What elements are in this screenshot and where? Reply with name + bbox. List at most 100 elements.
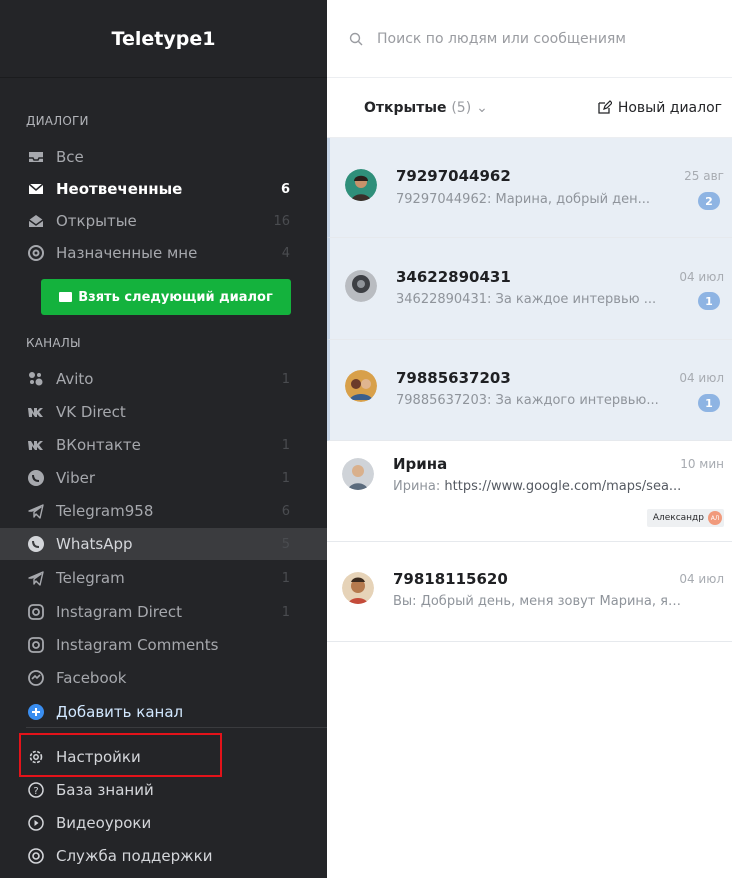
vk-icon — [26, 435, 46, 455]
search-bar[interactable]: Поиск по людям или сообщениям — [327, 0, 732, 78]
channel-instagram-direct[interactable]: Instagram Direct 1 — [0, 596, 302, 628]
sidebar-item-knowledge-base[interactable]: ? База знаний — [0, 774, 302, 806]
avatar — [345, 370, 377, 402]
viber-icon — [26, 468, 46, 488]
telegram-icon — [26, 568, 46, 588]
channel-label: Viber — [56, 469, 96, 487]
channel-avito[interactable]: Avito 1 — [0, 363, 302, 395]
question-icon: ? — [26, 780, 46, 800]
unread-count: 1 — [281, 371, 290, 387]
sidebar-item-assigned[interactable]: Назначенные мне 4 — [0, 237, 302, 269]
filter-dropdown[interactable]: Открытые (5) ⌄ — [364, 100, 488, 116]
take-next-dialog-label: Взять следующий диалог — [78, 289, 273, 305]
sidebar-item-all[interactable]: Все — [0, 141, 302, 173]
unread-count: 1 — [281, 437, 290, 453]
contact-name: Ирина — [393, 455, 448, 473]
channels-section-title: КАНАЛЫ — [26, 336, 81, 350]
take-next-dialog-button[interactable]: Взять следующий диалог — [41, 279, 291, 315]
timestamp: 04 июл — [679, 371, 724, 385]
sidebar-item-label: Видеоуроки — [56, 814, 152, 832]
sidebar-item-label: База знаний — [56, 781, 154, 799]
chevron-down-icon: ⌄ — [476, 99, 488, 116]
conversation-item[interactable]: 34622890431 04 июл 34622890431: За каждо… — [327, 238, 732, 340]
channel-label: Instagram Direct — [56, 603, 182, 621]
unread-count: 16 — [273, 213, 290, 229]
new-dialog-button[interactable]: Новый диалог — [597, 100, 722, 116]
avito-icon — [26, 369, 46, 389]
avatar — [342, 572, 374, 604]
add-channel-label: Добавить канал — [56, 703, 184, 721]
channel-facebook[interactable]: Facebook — [0, 662, 302, 694]
sidebar-item-open[interactable]: Открытые 16 — [0, 205, 302, 237]
agent-name: Александр — [652, 513, 704, 523]
sidebar-item-video-lessons[interactable]: Видеоуроки — [0, 807, 302, 839]
vk-icon — [26, 402, 46, 422]
channel-label: Avito — [56, 370, 94, 388]
avatar — [345, 270, 377, 302]
unread-count: 6 — [281, 503, 290, 519]
filter-count: (5) — [451, 99, 472, 116]
channel-label: Telegram — [56, 569, 125, 587]
envelope-icon — [59, 292, 73, 302]
channel-whatsapp[interactable]: WhatsApp 5 — [0, 528, 327, 560]
settings-highlight — [19, 733, 222, 777]
conversation-item[interactable]: 79297044962 25 авг 79297044962: Марина, … — [327, 138, 732, 238]
message-preview: Ирина: https://www.google.com/maps/sea..… — [393, 479, 683, 494]
avatar — [345, 169, 377, 201]
unread-count: 1 — [281, 470, 290, 486]
whatsapp-icon — [26, 534, 46, 554]
timestamp: 25 авг — [684, 169, 724, 183]
new-dialog-label: Новый диалог — [617, 99, 722, 116]
list-toolbar: Открытые (5) ⌄ Новый диалог — [327, 78, 732, 138]
dialogs-section-title: ДИАЛОГИ — [26, 114, 89, 128]
preview-sender: Ирина: — [393, 479, 445, 494]
sidebar-item-support[interactable]: Служба поддержки — [0, 840, 302, 872]
sidebar-item-label: Служба поддержки — [56, 847, 213, 865]
add-channel-button[interactable]: Добавить канал — [0, 696, 302, 728]
timestamp: 04 июл — [679, 572, 724, 586]
inbox-icon — [26, 147, 46, 167]
contact-name: 79818115620 — [393, 570, 508, 588]
channel-telegram958[interactable]: Telegram958 6 — [0, 495, 302, 527]
sidebar-item-unanswered[interactable]: Неотвеченные 6 — [0, 173, 302, 205]
channel-instagram-comments[interactable]: Instagram Comments — [0, 629, 302, 661]
messenger-icon — [26, 668, 46, 688]
search-input[interactable]: Поиск по людям или сообщениям — [377, 31, 626, 47]
channel-vk-direct[interactable]: VK Direct — [0, 396, 302, 428]
workspace-title[interactable]: Teletype1 — [0, 0, 327, 78]
channel-viber[interactable]: Viber 1 — [0, 462, 302, 494]
open-envelope-icon — [26, 211, 46, 231]
preview-text: https://www.google.com/maps/sea... — [444, 479, 682, 494]
channel-label: WhatsApp — [56, 535, 133, 553]
unread-count: 5 — [281, 536, 290, 552]
sidebar-item-label: Неотвеченные — [56, 180, 183, 198]
contact-name: 79297044962 — [396, 167, 511, 185]
sidebar-item-label: Открытые — [56, 212, 137, 230]
conversation-item[interactable]: 79885637203 04 июл 79885637203: За каждо… — [327, 340, 732, 441]
unread-count: 4 — [281, 245, 290, 261]
timestamp: 10 мин — [680, 457, 724, 471]
sidebar-item-label: Назначенные мне — [56, 244, 198, 262]
agent-avatar: АЛ — [708, 511, 722, 525]
filter-label: Открытые — [364, 99, 447, 116]
unread-badge: 1 — [698, 394, 720, 412]
contact-name: 34622890431 — [396, 268, 511, 286]
message-preview: Вы: Добрый день, меня зовут Марина, я ра… — [393, 594, 683, 609]
message-preview: 34622890431: За каждое интервью ... — [396, 292, 657, 307]
envelope-icon — [26, 179, 46, 199]
search-icon — [349, 32, 363, 45]
sidebar: Teletype1 ДИАЛОГИ Все Неотвеченные 6 Отк… — [0, 0, 327, 878]
timestamp: 04 июл — [679, 270, 724, 284]
sidebar-divider — [26, 727, 327, 728]
assigned-agent-tag: Александр АЛ — [646, 509, 724, 527]
unread-count: 1 — [281, 570, 290, 586]
unread-count: 1 — [281, 604, 290, 620]
sidebar-item-label: Все — [56, 148, 84, 166]
conversation-item[interactable]: 79818115620 04 июл Вы: Добрый день, меня… — [327, 542, 732, 642]
channel-vkontakte[interactable]: ВКонтакте 1 — [0, 429, 302, 461]
contact-name: 79885637203 — [396, 369, 511, 387]
channel-label: ВКонтакте — [56, 436, 141, 454]
channel-telegram[interactable]: Telegram 1 — [0, 562, 302, 594]
channel-label: VK Direct — [56, 403, 126, 421]
message-preview: 79297044962: Марина, добрый ден... — [396, 192, 651, 207]
